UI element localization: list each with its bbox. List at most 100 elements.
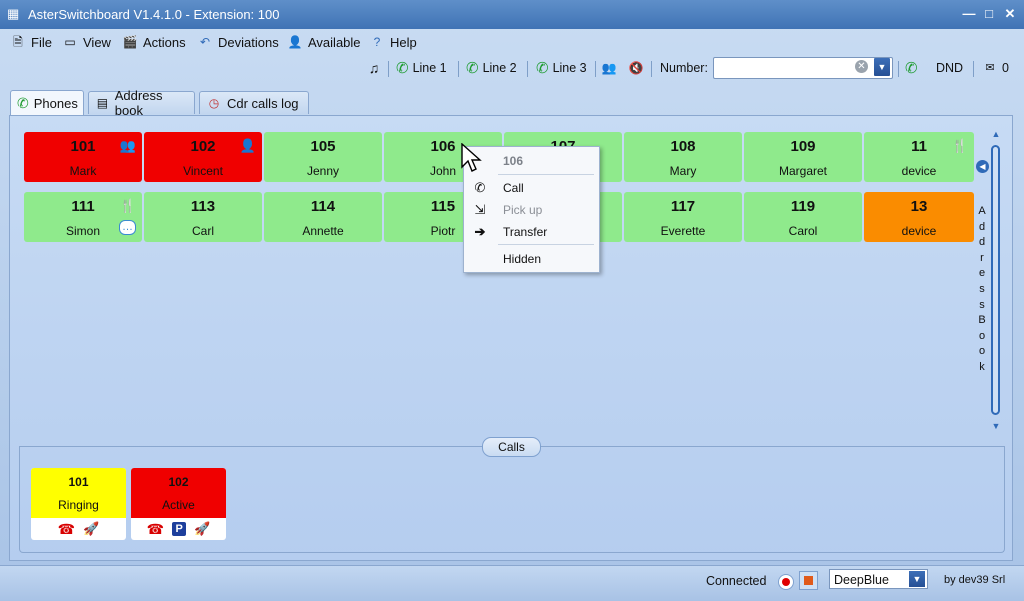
number-dropdown-button[interactable]: ▼: [874, 58, 890, 76]
number-label: Number:: [660, 61, 708, 75]
phone-tile-13[interactable]: 13 device: [864, 192, 974, 242]
brand-text: by dev39 Srl: [944, 574, 1006, 586]
phone-tile-101[interactable]: 101 Mark 👥: [24, 132, 142, 182]
conference-icon: 👥: [119, 138, 136, 153]
phone-icon: ✆: [466, 60, 479, 77]
scrollbar-thumb[interactable]: [991, 145, 1000, 415]
toolbar-separator: [595, 61, 596, 77]
menu-file[interactable]: 🗎 File: [10, 33, 52, 51]
connection-status: Connected: [706, 574, 767, 588]
calls-toggle-button[interactable]: Calls: [482, 437, 541, 457]
title-bar: ▦ AsterSwitchboard V1.4.1.0 - Extension:…: [0, 0, 1024, 29]
menu-help[interactable]: ? Help: [369, 33, 417, 51]
clear-input-icon[interactable]: ✕: [855, 60, 868, 73]
tab-cdr-calls-log[interactable]: ◷ Cdr calls log: [199, 91, 309, 114]
dnd-button[interactable]: DND: [936, 59, 963, 77]
phone-tile-119[interactable]: 119 Carol: [744, 192, 862, 242]
call-card-actions: ☎ 🚀: [31, 520, 126, 538]
file-icon: 🗎: [13, 35, 23, 49]
menu-separator: [498, 244, 594, 245]
menu-deviations[interactable]: ↶ Deviations: [197, 33, 279, 51]
call-card-101[interactable]: 101 Ringing ☎ 🚀: [31, 468, 126, 540]
call-card-status-area: 102 Active: [131, 468, 226, 518]
music-note-icon: ♫: [368, 60, 380, 76]
app-window: ▦ AsterSwitchboard V1.4.1.0 - Extension:…: [0, 0, 1024, 601]
clock-icon: ◷: [208, 96, 220, 110]
rocket-icon[interactable]: 🚀: [83, 521, 99, 537]
mute-button[interactable]: 🔇: [628, 59, 644, 77]
conference-button[interactable]: 👥: [601, 59, 617, 77]
tab-address-book[interactable]: ▤ Address book: [88, 88, 195, 118]
phone-dial-icon: ✆: [905, 60, 918, 77]
view-icon: ▭: [64, 35, 76, 49]
menu-available[interactable]: 👤 Available: [287, 33, 361, 51]
park-icon[interactable]: P: [172, 522, 187, 536]
menu-bar: 🗎 File ▭ View 🎬 Actions ↶ Deviations 👤 A…: [0, 29, 1024, 55]
phones-scrollbar[interactable]: ▲ ▼: [989, 125, 1003, 435]
clapper-icon: 🎬: [122, 35, 138, 49]
call-card-status-area: 101 Ringing: [31, 468, 126, 518]
theme-select[interactable]: DeepBlue ▼: [829, 569, 928, 589]
toolbar-separator: [527, 61, 528, 77]
stop-icon[interactable]: [799, 571, 818, 590]
call-card-102[interactable]: 102 Active ☎ P 🚀: [131, 468, 226, 540]
menu-view[interactable]: ▭ View: [62, 33, 111, 51]
music-button[interactable]: ♫: [366, 59, 382, 77]
call-card-actions: ☎ P 🚀: [131, 520, 226, 538]
minimize-icon[interactable]: —: [960, 5, 978, 23]
person-icon: 👤: [239, 138, 256, 153]
maximize-icon[interactable]: □: [980, 5, 998, 23]
context-menu: 106 ✆ Call ⇲ Pick up ➔ Transfer Hidden: [463, 146, 600, 273]
expand-address-book-icon[interactable]: ◀: [976, 160, 989, 173]
phone-tile-108[interactable]: 108 Mary: [624, 132, 742, 182]
speaker-muted-icon: 🔇: [628, 61, 644, 75]
scroll-up-icon[interactable]: ▲: [989, 129, 1003, 139]
help-icon: ?: [373, 35, 381, 49]
phone-tile-109[interactable]: 109 Margaret: [744, 132, 862, 182]
line-3-button[interactable]: ✆ Line 3: [536, 59, 587, 77]
hangup-icon[interactable]: ☎: [147, 521, 164, 538]
context-item-transfer[interactable]: Transfer: [503, 225, 547, 239]
close-icon[interactable]: ✕: [1001, 5, 1019, 23]
context-item-hidden[interactable]: Hidden: [503, 252, 541, 266]
pickup-arrows-icon: ⇲: [474, 202, 486, 217]
envelope-icon: ✉: [985, 62, 995, 74]
context-item-call[interactable]: Call: [503, 181, 524, 195]
call-dial-button[interactable]: ✆: [905, 59, 918, 77]
conference-icon: 👥: [601, 61, 617, 75]
messages-button[interactable]: ✉ 0: [982, 59, 1009, 77]
mouse-cursor-icon: [461, 143, 482, 172]
menu-actions[interactable]: 🎬 Actions: [122, 33, 186, 51]
phone-tile-105[interactable]: 105 Jenny: [264, 132, 382, 182]
fork-knife-icon: 🍴: [951, 138, 968, 153]
phone-tile-114[interactable]: 114 Annette: [264, 192, 382, 242]
line-2-button[interactable]: ✆ Line 2: [466, 59, 517, 77]
address-book-side-label[interactable]: A d d r e s s B o o k: [976, 204, 988, 376]
record-icon[interactable]: [778, 574, 794, 590]
toolbar-separator: [388, 61, 389, 77]
hangup-icon[interactable]: ☎: [58, 521, 75, 538]
toolbar-separator: [973, 61, 974, 77]
chat-bubble-icon: …: [119, 220, 136, 235]
chevron-down-icon: ▼: [909, 571, 925, 587]
phone-tile-11[interactable]: 11 device 🍴: [864, 132, 974, 182]
app-grid-icon: ▦: [7, 6, 20, 21]
tab-phones[interactable]: ✆ Phones: [10, 90, 84, 115]
phone-icon: ✆: [396, 60, 409, 77]
toolbar-separator: [651, 61, 652, 77]
line-1-button[interactable]: ✆ Line 1: [396, 59, 447, 77]
rocket-icon[interactable]: 🚀: [194, 521, 210, 537]
phone-icon: ✆: [536, 60, 549, 77]
phone-handset-icon: ✆: [474, 180, 486, 195]
address-card-icon: ▤: [96, 96, 109, 110]
menu-separator: [498, 174, 594, 175]
phone-tile-113[interactable]: 113 Carl: [144, 192, 262, 242]
phone-tile-111[interactable]: 111 Simon 🍴 …: [24, 192, 142, 242]
person-icon: 👤: [287, 35, 303, 49]
fork-knife-icon: 🍴: [119, 198, 136, 213]
scroll-down-icon[interactable]: ▼: [989, 421, 1003, 431]
phone-tile-117[interactable]: 117 Everette: [624, 192, 742, 242]
arrow-right-icon: ➔: [474, 224, 486, 239]
phone-tile-102[interactable]: 102 Vincent 👤: [144, 132, 262, 182]
context-item-pick-up[interactable]: Pick up: [503, 203, 542, 217]
